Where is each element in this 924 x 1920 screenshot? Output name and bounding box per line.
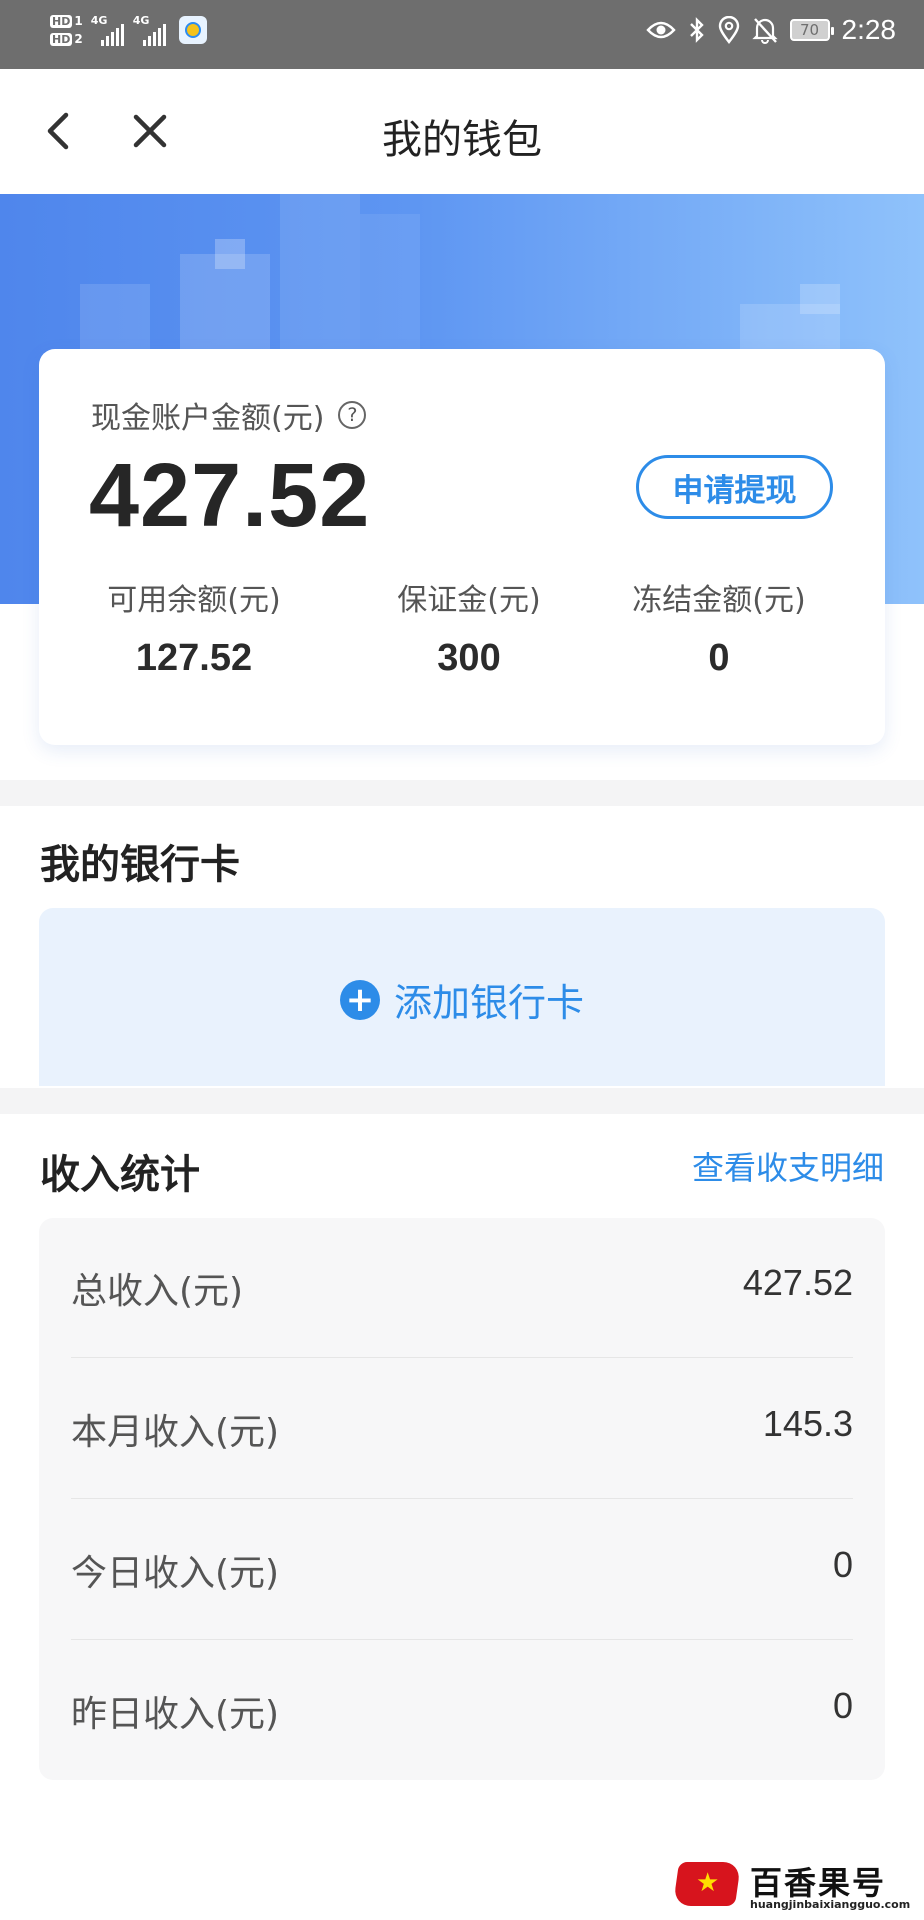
stat-label: 冻结金额(元) bbox=[632, 583, 806, 618]
watermark-logo: ★ 百香果号 huangjinbaixiangguo.com bbox=[672, 1858, 916, 1914]
income-label: 今日收入(元) bbox=[71, 1553, 280, 1594]
cash-amount: 427.52 bbox=[89, 446, 371, 546]
bank-section-title: 我的银行卡 bbox=[40, 842, 240, 888]
status-time: 2:28 bbox=[841, 14, 897, 45]
stat-label: 可用余额(元) bbox=[107, 583, 281, 618]
nav-bar: 我的钱包 bbox=[0, 69, 924, 194]
add-bank-card-content: + 添加银行卡 bbox=[39, 972, 885, 1027]
withdraw-button[interactable]: 申请提现 bbox=[636, 455, 833, 519]
income-value: 0 bbox=[832, 1544, 853, 1585]
income-stats-box: 总收入(元) 427.52 本月收入(元) 145.3 今日收入(元) 0 昨日… bbox=[39, 1218, 885, 1780]
hd-indicators: HD 1 HD 2 bbox=[50, 14, 83, 47]
hd1-indicator: HD 1 bbox=[50, 13, 83, 28]
signal-icon: 4G bbox=[91, 10, 125, 50]
hd2-indicator: HD 2 bbox=[50, 31, 83, 46]
app-notification-icon bbox=[178, 16, 207, 44]
income-label: 昨日收入(元) bbox=[71, 1694, 280, 1735]
income-row: 今日收入(元) 0 bbox=[71, 1500, 853, 1640]
add-bank-card-label: 添加银行卡 bbox=[393, 981, 584, 1025]
cash-account-label: 现金账户金额(元) ? bbox=[91, 393, 367, 437]
stat-label: 保证金(元) bbox=[397, 583, 541, 618]
stat-value: 127.52 bbox=[135, 637, 253, 679]
income-row: 昨日收入(元) 0 bbox=[71, 1641, 853, 1781]
plus-circle-icon: + bbox=[339, 979, 380, 1020]
status-bar: HD 1 HD 2 4G 4G 70 2:28 bbox=[0, 0, 924, 69]
stat-value: 300 bbox=[437, 637, 501, 679]
location-icon bbox=[718, 16, 739, 44]
income-label: 总收入(元) bbox=[71, 1271, 244, 1312]
page-title: 我的钱包 bbox=[382, 117, 542, 163]
income-value: 427.52 bbox=[742, 1262, 853, 1303]
income-value: 0 bbox=[832, 1685, 853, 1726]
watermark-url: huangjinbaixiangguo.com bbox=[750, 1898, 911, 1911]
income-section-title: 收入统计 bbox=[40, 1152, 200, 1198]
bluetooth-icon bbox=[689, 17, 704, 43]
view-details-link[interactable]: 查看收支明细 bbox=[692, 1143, 884, 1189]
section-divider bbox=[0, 1088, 924, 1114]
status-right: 70 2:28 bbox=[645, 14, 897, 46]
signal-icon: 4G bbox=[133, 10, 167, 50]
status-left: HD 1 HD 2 4G 4G bbox=[50, 10, 207, 50]
eye-icon bbox=[645, 21, 676, 39]
add-bank-card-button[interactable]: + 添加银行卡 bbox=[39, 908, 885, 1086]
cash-label-text: 现金账户金额(元) bbox=[91, 401, 325, 436]
income-value: 145.3 bbox=[762, 1403, 853, 1444]
frozen-amount-stat: 冻结金额(元) 0 bbox=[619, 575, 819, 680]
stat-value: 0 bbox=[708, 637, 730, 679]
star-icon: ★ bbox=[696, 1868, 720, 1898]
available-balance-stat: 可用余额(元) 127.52 bbox=[89, 575, 299, 680]
income-row: 本月收入(元) 145.3 bbox=[71, 1359, 853, 1499]
battery-icon: 70 bbox=[789, 19, 834, 41]
help-icon[interactable]: ? bbox=[338, 401, 367, 429]
income-row: 总收入(元) 427.52 bbox=[71, 1218, 853, 1358]
bell-muted-icon bbox=[751, 18, 778, 44]
deposit-stat: 保证金(元) 300 bbox=[369, 575, 569, 680]
section-divider bbox=[0, 780, 924, 806]
income-label: 本月收入(元) bbox=[71, 1412, 280, 1453]
balance-card: 现金账户金额(元) ? 427.52 申请提现 可用余额(元) 127.52 保… bbox=[39, 349, 885, 745]
